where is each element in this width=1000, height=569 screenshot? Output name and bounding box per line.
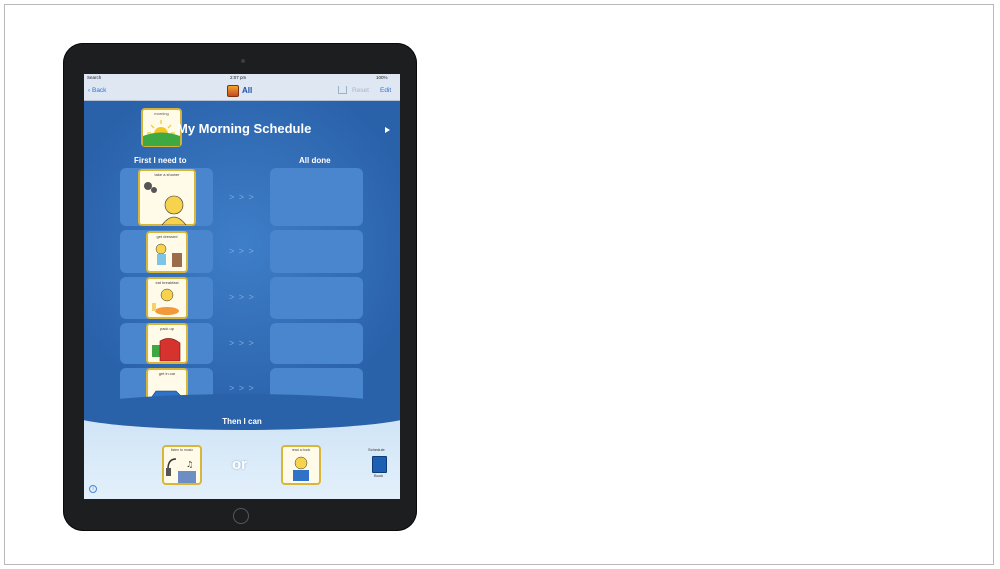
task-card-shower[interactable]: take a shower (138, 169, 196, 226)
shower-icon (144, 182, 187, 225)
back-button[interactable]: ‹ Back (88, 87, 106, 94)
nav-title: All (242, 86, 253, 95)
app-icon (227, 85, 239, 97)
schedule-book-label: Book (374, 473, 384, 478)
home-button[interactable] (233, 508, 249, 524)
schedule-board: morning My Morning Schedule First I need… (84, 101, 400, 421)
breakfast-icon (152, 288, 179, 315)
arrow-indicator: > > > (229, 292, 255, 302)
sunrise-icon (143, 120, 180, 146)
or-label: or (232, 456, 247, 473)
then-label: Then I can (222, 417, 262, 426)
task-card-dressed[interactable]: get dressed (146, 231, 188, 273)
done-slot[interactable] (270, 323, 363, 364)
done-slot[interactable] (270, 230, 363, 273)
backpack-icon (152, 338, 181, 362)
carrier-label: Search (87, 75, 102, 80)
edit-button[interactable]: Edit (380, 87, 391, 94)
reward-label: listen to music (170, 448, 194, 452)
status-bar: Search 2:07 pm 100% (84, 74, 400, 82)
done-column-header: All done (299, 156, 331, 165)
camera-dot (241, 59, 245, 63)
app-screen: Search 2:07 pm 100% ‹ Back All Reset Edi… (84, 74, 400, 499)
reading-icon (293, 456, 309, 481)
arrow-indicator: > > > (229, 383, 255, 393)
task-label: take a shower (154, 172, 180, 177)
dressing-icon (155, 243, 182, 267)
schedule-title: My Morning Schedule (177, 121, 312, 136)
task-card-breakfast[interactable]: eat breakfast (146, 277, 188, 319)
battery-label: 100% (376, 75, 388, 80)
schedule-book-icon[interactable] (372, 456, 387, 473)
clock: 2:07 pm (230, 75, 247, 80)
first-column-header: First I need to (134, 156, 187, 165)
arrow-indicator: > > > (229, 246, 255, 256)
info-icon[interactable]: i (89, 485, 97, 493)
arrow-indicator: > > > (229, 192, 255, 202)
reward-label: read a book (291, 448, 311, 452)
arrow-indicator: > > > (229, 338, 255, 348)
done-slot[interactable] (270, 277, 363, 319)
back-label: Back (91, 87, 107, 94)
reward-card-read[interactable]: read a book (281, 445, 321, 485)
morning-icon[interactable]: morning (141, 108, 182, 147)
schedule-book-caption: Schedule (368, 447, 385, 452)
task-card-pack[interactable]: pack up (146, 323, 188, 364)
play-icon[interactable] (385, 127, 390, 133)
music-icon: ♫ (166, 458, 196, 483)
reset-button[interactable]: Reset (352, 87, 369, 94)
svg-text:♫: ♫ (186, 460, 193, 469)
done-slot[interactable] (270, 168, 363, 226)
reward-card-music[interactable]: listen to music ♫ (162, 445, 202, 485)
nav-bar: ‹ Back All Reset Edit (84, 82, 400, 101)
share-icon[interactable] (338, 86, 347, 94)
